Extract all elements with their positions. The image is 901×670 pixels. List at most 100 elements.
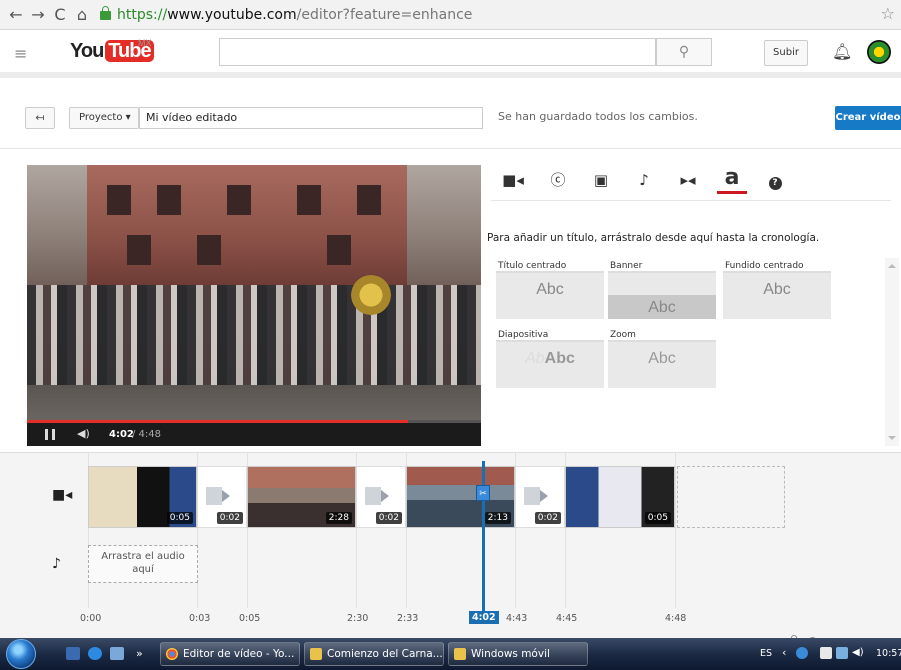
timeline-tick: 4:45 [556,613,578,624]
search-button[interactable]: ⚲ [656,38,712,66]
title-style-preview: Abc [723,273,831,319]
video-building [87,165,407,285]
taskbar-item[interactable]: Windows móvil [448,642,588,666]
tray-app-icon[interactable] [796,647,808,659]
save-status: Se han guardado todos los cambios. [498,110,698,123]
preview-ghost-text: Ab [525,350,545,367]
tab-photos[interactable]: ▣ [586,166,616,194]
tab-help[interactable]: ? [760,166,790,194]
music-note-icon: ♪ [639,171,649,189]
bookmark-star-icon[interactable]: ☆ [881,4,895,23]
timeline-clip[interactable]: 0:05 [565,466,675,528]
title-style-slide[interactable]: Diapositiva AbAbc [496,328,604,388]
project-dropdown[interactable]: Proyecto ▾ [69,107,139,129]
transition-arrow-icon [524,487,548,505]
upload-button[interactable]: Subir [764,40,808,66]
timeline-clip[interactable]: 2:13 [406,466,515,528]
timeline-tick: 4:48 [665,613,687,624]
youtube-logo[interactable]: You Tube MX [70,38,154,63]
folder-icon [454,648,466,660]
tabs-divider [491,200,891,201]
back-arrow-icon: ↤ [35,111,45,124]
title-style-label: Fundido centrado [723,259,831,273]
transition-arrow-icon [365,487,389,505]
speaker-icon[interactable]: ◀) [852,647,864,659]
chrome-icon [166,648,178,660]
video-player[interactable]: ◀) 4:02 / 4:48 [27,165,481,446]
taskbar-item[interactable]: Comienzo del Carna... [304,642,444,666]
title-style-zoom[interactable]: Zoom Abc [608,328,716,388]
timeline-tick: 0:05 [239,613,261,624]
address-bar[interactable]: https://www.youtube.com/editor?feature=e… [100,3,860,27]
volume-icon[interactable]: ◀) [77,427,90,440]
project-bar: ↤ Proyecto ▾ Mi vídeo editado Se han gua… [0,84,901,149]
playhead-handle[interactable]: ✂ [476,485,490,501]
language-indicator[interactable]: ES [760,648,772,659]
avatar[interactable] [867,40,891,64]
home-icon[interactable]: ⌂ [72,5,92,25]
bell-icon[interactable]: 🔔︎ [832,42,852,61]
show-desktop-icon[interactable] [66,647,80,660]
menu-icon[interactable]: ≡ [14,44,27,63]
taskbar-item[interactable]: Editor de vídeo - Yo... [160,642,300,666]
tab-video-clips[interactable]: ■◂ [498,166,528,194]
current-time: 4:02 [109,429,134,440]
title-style-banner[interactable]: Banner Abc [608,259,716,319]
timeline-clip[interactable]: 2:28 [247,466,356,528]
title-style-label: Banner [608,259,716,273]
timeline-tick: 4:43 [506,613,528,624]
timeline-transition[interactable]: 0:02 [356,466,406,528]
tray-expand-icon[interactable]: ‹ [782,646,786,659]
search-input[interactable] [219,38,656,66]
media-player-icon[interactable] [88,647,102,660]
title-style-label: Título centrado [496,259,604,273]
clip-duration: 2:13 [484,512,511,524]
title-style-preview: Abc [496,273,604,319]
create-video-button[interactable]: Crear vídeo [835,106,901,130]
transition-duration: 0:02 [375,512,402,524]
total-time: / 4:48 [132,429,162,440]
clock: 10:57 [876,648,901,659]
timeline: ■◂ ♪ 0:05 0:02 2:28 0:02 2:13 0:02 0:05 … [0,452,901,646]
preview-text: Abc [544,350,575,367]
timeline-tick: 0:03 [189,613,211,624]
tools-scrollbar[interactable] [885,258,899,446]
window-switcher-icon[interactable] [110,647,124,660]
url-scheme: https:// [117,7,168,23]
browser-toolbar: ← → C ⌂ https://www.youtube.com/editor?f… [0,0,901,30]
preview-text: Abc [648,299,676,316]
audio-drop-zone[interactable]: Arrastra el audio aquí [88,545,198,583]
scroll-down-icon[interactable] [888,436,896,440]
taskbar-item-label: Editor de vídeo - Yo... [183,648,295,660]
video-frame [27,165,481,420]
tab-transitions[interactable]: ▸◂ [673,166,703,194]
preview-text: Abc [648,350,676,367]
start-button[interactable] [6,639,36,669]
timeline-transition[interactable]: 0:02 [515,466,565,528]
project-name-field[interactable]: Mi vídeo editado [139,107,483,129]
audio-track-icon: ♪ [52,556,61,572]
title-style-fade-centered[interactable]: Fundido centrado Abc [723,259,831,319]
tab-audio[interactable]: ♪ [629,166,659,194]
more-quicklaunch-icon[interactable]: » [136,647,150,660]
tray-device-icon[interactable] [820,647,832,659]
pause-icon[interactable] [45,429,55,440]
folder-icon [310,648,322,660]
forward-arrow-icon[interactable]: → [28,5,48,25]
title-style-centered[interactable]: Título centrado Abc [496,259,604,319]
video-camera-icon: ■◂ [502,171,524,189]
empty-clip-slot[interactable] [677,466,785,528]
timeline-tick: 0:00 [80,613,102,624]
timeline-clip[interactable]: 0:05 [88,466,197,528]
network-icon[interactable] [836,647,848,659]
reload-icon[interactable]: C [50,5,70,25]
tab-text[interactable]: a [717,166,747,194]
title-style-preview: AbAbc [496,342,604,388]
scroll-up-icon[interactable] [888,264,896,268]
timeline-transition[interactable]: 0:02 [197,466,247,528]
back-arrow-icon[interactable]: ← [6,5,26,25]
taskbar-item-label: Windows móvil [471,648,550,660]
site-header: ≡ You Tube MX ⚲ Subir 🔔︎ [0,30,901,78]
back-button[interactable]: ↤ [25,107,55,129]
tab-creative-commons[interactable]: ⓒ [543,166,573,194]
